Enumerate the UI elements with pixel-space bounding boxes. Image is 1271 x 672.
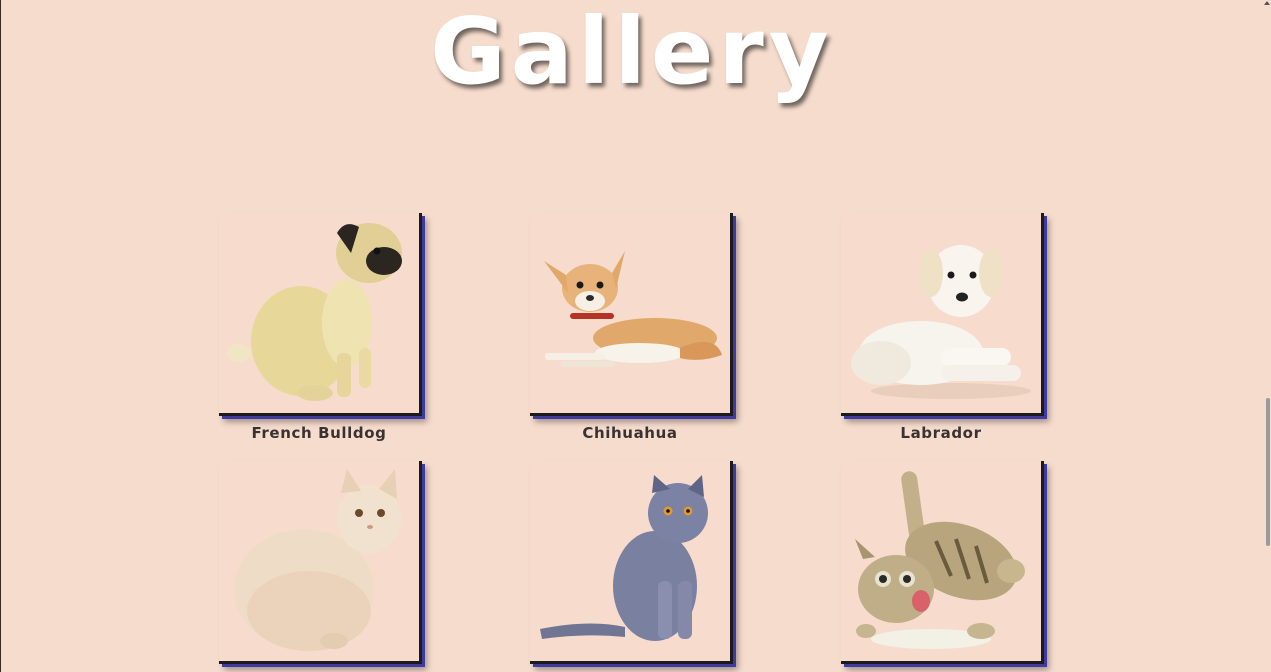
page-title: Gallery: [430, 0, 834, 105]
gallery-card-labrador[interactable]: [841, 213, 1044, 416]
scroll-up-arrow-icon[interactable]: [1264, 1, 1270, 5]
grey-british-cat-photo: [540, 475, 708, 641]
tabby-kitten-photo: [855, 471, 1025, 649]
white-persian-cat-photo: [234, 469, 401, 651]
pug-photo: [227, 223, 402, 401]
gallery-card-tabby-kitten[interactable]: [841, 461, 1044, 664]
vertical-scrollbar[interactable]: [1263, 0, 1271, 672]
labrador-photo: [851, 245, 1031, 399]
chihuahua-photo: [544, 251, 722, 367]
gallery-card-french-bulldog[interactable]: [219, 213, 422, 416]
gallery-caption: French Bulldog: [251, 424, 387, 442]
gallery-card-white-cat[interactable]: [219, 461, 422, 664]
gallery-caption: Chihuahua: [582, 424, 678, 442]
gallery-caption: Labrador: [900, 424, 982, 442]
scrollbar-thumb[interactable]: [1266, 398, 1270, 546]
gallery-card-chihuahua[interactable]: [530, 213, 733, 416]
gallery-page: Gallery French Bulldog Chihuahua Labrado…: [0, 0, 1271, 672]
gallery-card-grey-cat[interactable]: [530, 461, 733, 664]
